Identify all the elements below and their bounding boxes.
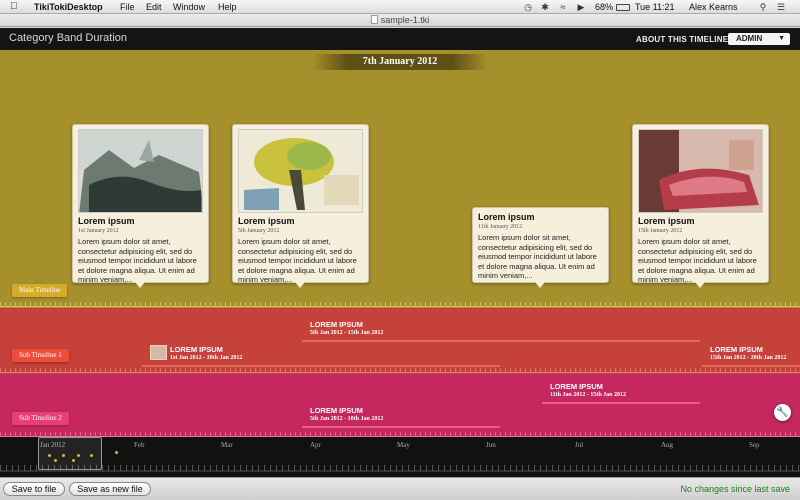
duration-bar[interactable]: [302, 426, 500, 428]
nav-event-dot: [48, 454, 51, 457]
wrench-icon[interactable]: 🔧: [774, 404, 791, 421]
time-machine-icon[interactable]: ◷: [523, 2, 533, 12]
main-band-ticks: [0, 302, 800, 307]
bottom-bar: Save to file Save as new file No changes…: [0, 477, 800, 500]
sub-timeline-1-label[interactable]: Sub Timeline 1: [12, 349, 69, 362]
nav-month: Aug: [661, 441, 674, 449]
timeline-navigator[interactable]: Jan 2012 Feb Mar Apr May Jun Jul Aug Sep: [0, 437, 800, 477]
event-date: 1st January 2012: [78, 228, 119, 234]
nav-event-dot: [115, 451, 118, 454]
event-title: Lorem ipsum: [478, 212, 535, 222]
battery-icon[interactable]: [616, 4, 630, 11]
app-menu[interactable]: TikiTokiDesktop: [34, 2, 103, 12]
event-body: Lorem ipsum dolor sit amet, consectetur …: [78, 237, 197, 284]
window-title-bar: sample-1.tki: [0, 14, 800, 27]
menu-help[interactable]: Help: [218, 2, 237, 12]
event-body: Lorem ipsum dolor sit amet, consectetur …: [478, 233, 597, 280]
nav-event-dot: [72, 459, 75, 462]
event-title: LOREM IPSUM: [170, 345, 223, 354]
spotlight-icon[interactable]: ⚲: [758, 2, 768, 12]
duration-bar[interactable]: [542, 402, 700, 404]
event-dates: 1st Jan 2012 - 10th Jan 2012: [170, 355, 243, 361]
event-dates: 11th Jan 2012 - 15th Jan 2012: [550, 392, 627, 398]
navigator-scale: [0, 465, 800, 472]
duration-event[interactable]: LOREM IPSUM 1st Jan 2012 - 10th Jan 2012: [150, 345, 242, 363]
event-image: [78, 129, 203, 213]
menu-edit[interactable]: Edit: [146, 2, 162, 12]
nav-event-dot: [77, 454, 80, 457]
event-card[interactable]: Lorem ipsum 1st January 2012 Lorem ipsum…: [72, 124, 209, 288]
event-card[interactable]: Lorem ipsum 5th January 2012 Lorem ipsum…: [232, 124, 369, 288]
duration-event[interactable]: LOREM IPSUM 11th Jan 2012 - 15th Jan 201…: [550, 382, 626, 400]
battery-percent[interactable]: 68%: [595, 2, 613, 12]
event-title: LOREM IPSUM: [550, 382, 603, 391]
card-pointer: [295, 282, 305, 288]
event-title: Lorem ipsum: [638, 216, 695, 226]
menu-file[interactable]: File: [120, 2, 135, 12]
sub-timeline-2-label[interactable]: Sub Timeline 2: [12, 412, 69, 425]
event-date: 5th January 2012: [238, 228, 280, 234]
duration-bar[interactable]: [142, 365, 500, 367]
duration-bar[interactable]: [302, 340, 700, 342]
save-status: No changes since last save: [680, 484, 790, 494]
menu-window[interactable]: Window: [173, 2, 205, 12]
duration-event[interactable]: LOREM IPSUM 5th Jan 2012 - 10th Jan 2012: [310, 406, 383, 424]
card-pointer: [135, 282, 145, 288]
event-image: [638, 129, 763, 213]
current-date-bar: 7th January 2012: [312, 54, 488, 70]
nav-month: Apr: [310, 441, 321, 449]
duration-event[interactable]: LOREM IPSUM 5th Jan 2012 - 15th Jan 2012: [310, 320, 383, 338]
admin-dropdown[interactable]: ADMIN ▼: [728, 33, 790, 45]
save-button[interactable]: Save to file: [3, 482, 65, 496]
sub1-band-ticks: [0, 368, 800, 373]
bluetooth-icon[interactable]: ✱: [540, 2, 550, 12]
event-title: LOREM IPSUM: [310, 320, 363, 329]
event-card[interactable]: Lorem ipsum 11th January 2012 Lorem ipsu…: [472, 207, 609, 288]
card-pointer: [535, 282, 545, 288]
event-title: LOREM IPSUM: [310, 406, 363, 415]
volume-icon[interactable]: ▶: [576, 2, 586, 12]
document-icon: [370, 15, 378, 24]
about-timeline-link[interactable]: ABOUT THIS TIMELINE: [636, 35, 728, 44]
nav-month: Jul: [575, 441, 584, 449]
event-thumbnail: [150, 345, 167, 360]
nav-month: Jun: [486, 441, 496, 449]
clock[interactable]: Tue 11:21: [635, 2, 675, 12]
nav-month: May: [397, 441, 410, 449]
event-body: Lorem ipsum dolor sit amet, consectetur …: [238, 237, 357, 284]
card-pointer: [695, 282, 705, 288]
event-date: 15th January 2012: [638, 228, 683, 234]
main-timeline-label[interactable]: Main Timeline: [12, 284, 68, 297]
nav-month: Mar: [221, 441, 233, 449]
menu-bar:  TikiTokiDesktop File Edit Window Help …: [0, 0, 800, 14]
notification-center-icon[interactable]: ☰: [776, 2, 786, 12]
event-title: Lorem ipsum: [238, 216, 295, 226]
nav-event-dot: [62, 454, 65, 457]
event-image: [238, 129, 363, 213]
duration-event[interactable]: LOREM IPSUM 15th Jan 2012 - 20th Jan 201…: [710, 345, 786, 363]
admin-label: ADMIN: [736, 34, 763, 43]
event-body: Lorem ipsum dolor sit amet, consectetur …: [638, 237, 757, 284]
event-dates: 5th Jan 2012 - 15th Jan 2012: [310, 330, 384, 336]
event-date: 11th January 2012: [478, 224, 523, 230]
duration-bar[interactable]: [702, 365, 800, 367]
event-card[interactable]: Lorem ipsum 15th January 2012 Lorem ipsu…: [632, 124, 769, 288]
apple-icon[interactable]: : [10, 1, 18, 12]
event-dates: 15th Jan 2012 - 20th Jan 2012: [710, 355, 787, 361]
nav-month: Feb: [134, 441, 145, 449]
nav-month: Sep: [749, 441, 760, 449]
nav-event-dot: [90, 454, 93, 457]
user-name[interactable]: Alex Kearns: [689, 2, 738, 12]
window-title: sample-1.tki: [380, 15, 430, 25]
event-title: Lorem ipsum: [78, 216, 135, 226]
nav-event-dot: [54, 459, 57, 462]
timeline-title: Category Band Duration: [9, 32, 128, 44]
event-dates: 5th Jan 2012 - 10th Jan 2012: [310, 416, 384, 422]
save-as-new-button[interactable]: Save as new file: [69, 482, 151, 496]
wifi-icon[interactable]: ≈: [558, 2, 568, 12]
app-header: Category Band Duration ABOUT THIS TIMELI…: [0, 28, 800, 50]
event-title: LOREM IPSUM: [710, 345, 763, 354]
chevron-down-icon: ▼: [778, 35, 785, 42]
